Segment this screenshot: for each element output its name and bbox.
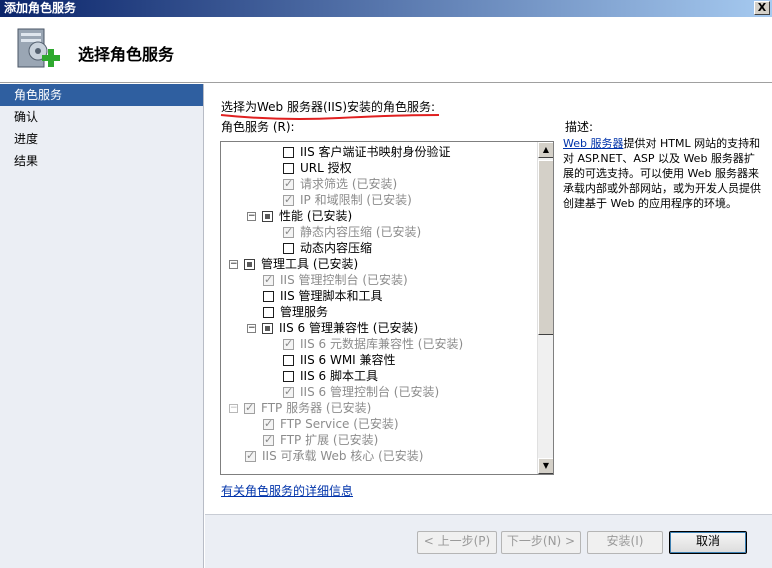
tree-item[interactable]: 管理服务 [263,304,328,320]
wizard-nav: 角色服务 确认 进度 结果 [0,84,204,568]
scroll-up-button[interactable]: ▲ [538,142,553,158]
tree-item-checkbox [283,336,294,352]
tree-item[interactable]: IIS 管理控制台 (已安装) [263,272,408,288]
tree-item-checkbox[interactable] [262,210,273,222]
tree-item[interactable]: IIS 管理脚本和工具 [263,288,383,304]
page-title: 选择角色服务 [78,45,175,64]
nav-item-role-services[interactable]: 角色服务 [0,84,203,106]
tree-item-checkbox [283,192,294,208]
tree-item-label: IIS 客户端证书映射身份验证 [300,145,451,159]
scroll-thumb[interactable] [538,160,553,335]
tree-item-label: FTP 扩展 (已安装) [280,433,379,447]
tree-item[interactable]: 请求筛选 (已安装) [283,176,397,192]
tree-item[interactable]: IIS 6 WMI 兼容性 [283,352,396,368]
tree-item-checkbox [283,384,294,400]
tree-item[interactable]: FTP Service (已安装) [263,416,399,432]
nav-item-progress[interactable]: 进度 [0,128,203,150]
tree-item-checkbox [263,416,274,432]
install-button[interactable]: 安装(I) [587,531,663,554]
tree-item-checkbox[interactable] [244,258,255,270]
server-add-icon [17,28,60,68]
tree-item-label: FTP Service (已安装) [280,417,399,431]
next-button[interactable]: 下一步(N) > [501,531,581,554]
tree-item[interactable]: − IIS 6 管理兼容性 (已安装) [247,320,418,336]
tree-item[interactable]: URL 授权 [283,160,352,176]
tree-scrollbar[interactable]: ▲ ▼ [537,142,553,474]
description-body: Web 服务器提供对 HTML 网站的支持和对 ASP.NET、ASP 以及 W… [563,136,763,211]
tree-item-label: IIS 6 WMI 兼容性 [300,353,396,367]
tree-item-label: 管理服务 [280,305,329,319]
tree-item[interactable]: IP 和域限制 (已安装) [283,192,412,208]
cancel-button[interactable]: 取消 [669,531,747,554]
tree-item-label: IIS 6 管理控制台 (已安装) [300,385,440,399]
tree-item-label: 动态内容压缩 [300,241,373,255]
tree-item[interactable]: IIS 6 管理控制台 (已安装) [283,384,439,400]
tree-item[interactable]: IIS 6 元数据库兼容性 (已安装) [283,336,463,352]
nav-item-results[interactable]: 结果 [0,150,203,172]
tree-item[interactable]: − 管理工具 (已安装) [229,256,358,272]
tree-item-label: FTP 服务器 (已安装) [261,401,372,415]
window-title-bar: 添加角色服务 X [0,0,772,17]
description-link[interactable]: Web 服务器 [563,137,623,150]
collapse-toggle-icon[interactable]: − [229,259,238,269]
close-button[interactable]: X [754,1,770,15]
scroll-down-button[interactable]: ▼ [538,458,553,474]
tree-item[interactable]: − FTP 服务器 (已安装) [229,400,371,416]
description-title: 描述: [565,120,594,134]
tree-item-checkbox[interactable] [283,354,294,366]
tree-item-label: IIS 6 脚本工具 [300,369,378,383]
tree-item[interactable]: 动态内容压缩 [283,240,372,256]
collapse-toggle-icon[interactable]: − [247,323,256,333]
tree-item-label: URL 授权 [300,161,352,175]
tree-item-label: IP 和域限制 (已安装) [300,193,412,207]
tree-item-label: IIS 6 管理兼容性 (已安装) [279,321,419,335]
prev-button[interactable]: < 上一步(P) [417,531,497,554]
tree-item[interactable]: − 性能 (已安装) [247,208,352,224]
tree-item-checkbox [244,400,255,416]
tree-item-checkbox[interactable] [283,370,294,382]
tree-item[interactable]: IIS 客户端证书映射身份验证 [283,144,451,160]
tree-item[interactable]: 静态内容压缩 (已安装) [283,224,421,240]
more-info-link[interactable]: 有关角色服务的详细信息 [221,482,353,499]
tree-item-checkbox[interactable] [263,306,274,318]
tree-item-checkbox[interactable] [262,322,273,334]
tree-item[interactable]: IIS 6 脚本工具 [283,368,378,384]
tree-item-label: 请求筛选 (已安装) [300,177,398,191]
tree-item[interactable]: IIS 可承载 Web 核心 (已安装) [245,448,423,464]
tree-item-checkbox[interactable] [283,146,294,158]
tree-item-label: 管理工具 (已安装) [261,257,359,271]
collapse-toggle-icon[interactable]: − [229,403,238,413]
tree-item-label: IIS 管理脚本和工具 [280,289,383,303]
tree-item-label: 性能 (已安装) [279,209,353,223]
tree-item-checkbox [283,176,294,192]
wizard-footer: < 上一步(P) 下一步(N) > 安装(I) 取消 [205,514,772,568]
nav-item-confirm[interactable]: 确认 [0,106,203,128]
tree-item-checkbox[interactable] [283,242,294,254]
tree-item-checkbox [283,224,294,240]
tree-item[interactable]: FTP 扩展 (已安装) [263,432,378,448]
tree-items: IIS 客户端证书映射身份验证 URL 授权请求筛选 (已安装) IP 和域限制 (… [221,142,538,474]
role-services-label: 角色服务 (R): [221,120,295,134]
tree-item-checkbox [263,432,274,448]
tree-item-checkbox [263,272,274,288]
tree-item-checkbox [245,448,256,464]
window-title: 添加角色服务 [4,1,77,15]
tree-item-label: 静态内容压缩 (已安装) [300,225,422,239]
tree-item-label: IIS 可承载 Web 核心 (已安装) [262,449,424,463]
wizard-header: 选择角色服务 [0,17,772,83]
tree-item-label: IIS 管理控制台 (已安装) [280,273,408,287]
main-content: 选择为Web 服务器(IIS)安装的角色服务: 角色服务 (R): IIS 客户… [205,84,772,514]
tree-item-label: IIS 6 元数据库兼容性 (已安装) [300,337,464,351]
collapse-toggle-icon[interactable]: − [247,211,256,221]
tree-item-checkbox[interactable] [283,162,294,174]
role-services-tree[interactable]: IIS 客户端证书映射身份验证 URL 授权请求筛选 (已安装) IP 和域限制 (… [220,141,554,475]
tree-item-checkbox[interactable] [263,290,274,302]
